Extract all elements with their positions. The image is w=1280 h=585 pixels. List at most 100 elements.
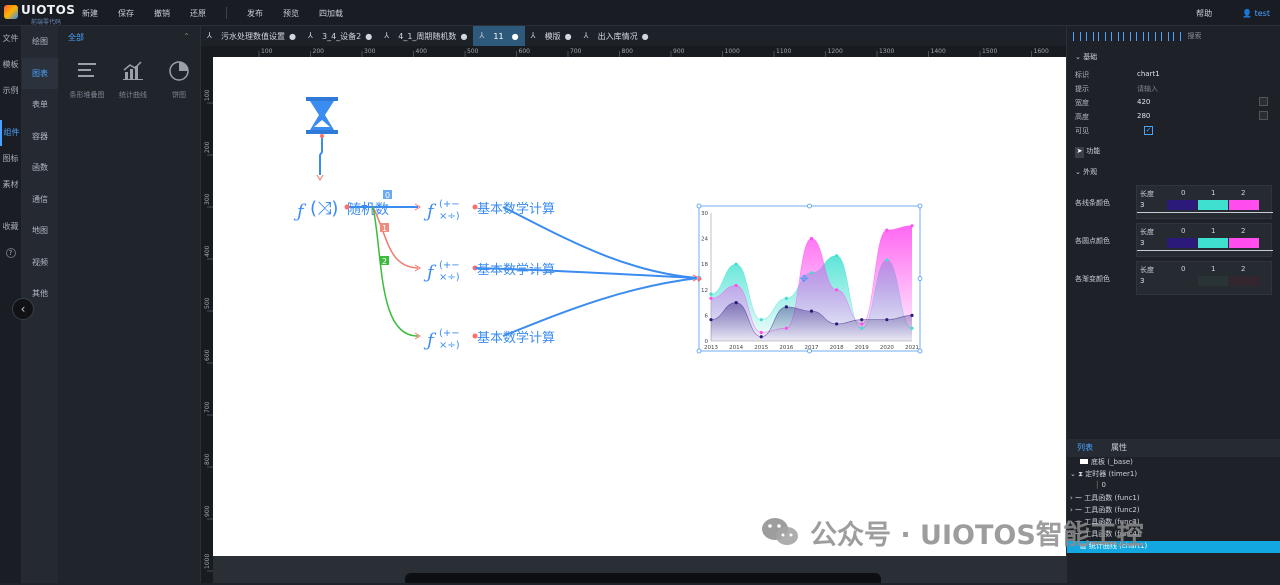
subnav-video[interactable]: 视频 — [22, 247, 58, 279]
palette-item-stat-curve[interactable]: 统计曲线 — [110, 60, 156, 100]
tab-list[interactable]: 列表 — [1077, 442, 1093, 453]
align-right-icon[interactable] — [1098, 31, 1106, 41]
nav-icons[interactable]: 图标 — [0, 146, 21, 172]
nav-example[interactable]: 示例 — [0, 78, 21, 104]
length-value: 3 — [1140, 239, 1145, 247]
length-value: 3 — [1140, 201, 1145, 209]
nav-components[interactable]: 组件 — [0, 120, 21, 146]
prop-width-input[interactable]: 420 — [1137, 98, 1150, 106]
tab-3[interactable]: ⅄ 11 ● — [473, 26, 525, 46]
gradient-colors-table[interactable]: 长度 0 1 2 3 — [1136, 261, 1272, 295]
hourglass-icon[interactable] — [306, 97, 338, 134]
align-top-icon[interactable] — [1110, 31, 1119, 41]
subnav-map[interactable]: 地图 — [22, 215, 58, 247]
col-header: 1 — [1211, 189, 1216, 197]
distribute-v-icon[interactable] — [1160, 31, 1169, 41]
palette-item-pie[interactable]: 饼图 — [156, 60, 202, 100]
palette-header[interactable]: 全部 — [68, 32, 84, 43]
spinner-icon[interactable] — [1259, 111, 1268, 120]
color-swatch-1[interactable] — [1198, 200, 1228, 210]
design-canvas[interactable]: ƒ (⤨) 随机数 0 1 2 ƒ (+− ×÷) 基本数学计算 ƒ (+− ×… — [213, 57, 1066, 556]
menu-publish[interactable]: 发布 — [247, 8, 263, 19]
length-value: 3 — [1140, 277, 1145, 285]
user-icon: 👤 — [1242, 8, 1253, 18]
tree-row-base[interactable]: 底板 (_base) — [1067, 457, 1280, 469]
nav-assets[interactable]: 素材 — [0, 172, 21, 198]
user-menu[interactable]: 👤 test — [1242, 9, 1270, 18]
series-point — [759, 330, 763, 335]
menu-save[interactable]: 保存 — [118, 8, 134, 19]
help-icon[interactable]: ? — [5, 248, 16, 258]
calc-node-1[interactable]: ƒ (+− ×÷) 基本数学计算 — [423, 199, 555, 222]
point-colors-table[interactable]: 长度 0 1 2 3 — [1136, 223, 1273, 257]
align-bottom-icon[interactable] — [1135, 31, 1144, 41]
align-left-icon[interactable] — [1073, 31, 1081, 41]
tab-4[interactable]: ⅄ 模版 ● — [525, 26, 578, 46]
visible-checkbox[interactable]: ✓ — [1144, 126, 1153, 135]
stat-chart[interactable]: 06121824302013 2014 2015 2016 2017 2018 2019 20… — [696, 203, 923, 354]
function-f-icon: ƒ — [423, 330, 437, 351]
menu-new[interactable]: 新建 — [82, 8, 98, 19]
align-center-icon[interactable] — [1085, 31, 1094, 41]
color-swatch-1[interactable] — [1198, 238, 1228, 248]
tab-attributes[interactable]: 属性 — [1111, 442, 1127, 453]
calc-node-3[interactable]: ƒ (+− ×÷) 基本数学计算 — [423, 328, 555, 351]
menu-undo[interactable]: 撤销 — [154, 8, 170, 19]
menu-reload[interactable]: 四加载 — [319, 8, 343, 19]
collapse-sidebar-button[interactable]: ‹ — [12, 298, 34, 320]
section-base[interactable]: ⌄ 基础 — [1075, 52, 1097, 62]
logo-subtitle: 前端零代码 — [31, 19, 62, 26]
align-middle-icon[interactable] — [1123, 31, 1131, 41]
x-tick-label: 2018 — [830, 345, 844, 351]
tree-row-timer[interactable]: ⌄ ⧗ 定时器 (timer1) — [1067, 469, 1280, 481]
section-func[interactable]: ➤ 功能 — [1075, 146, 1100, 158]
subnav-form[interactable]: 表单 — [22, 89, 58, 121]
color-swatch-2[interactable] — [1229, 238, 1259, 248]
series-point — [759, 318, 763, 322]
help-link[interactable]: 帮助 — [1196, 8, 1212, 19]
prop-id-value[interactable]: chart1 — [1137, 70, 1160, 78]
color-swatch-0[interactable] — [1167, 238, 1197, 248]
chevron-up-icon[interactable]: ⌃ — [183, 32, 190, 41]
subnav-comm[interactable]: 通信 — [22, 184, 58, 216]
nav-favorites[interactable]: 收藏 — [0, 214, 21, 240]
subnav-container[interactable]: 容器 — [22, 121, 58, 153]
color-swatch-2[interactable] — [1229, 276, 1259, 286]
calc-node-2[interactable]: ƒ (+− ×÷) 基本数学计算 — [423, 260, 555, 283]
menu-preview[interactable]: 预览 — [283, 8, 299, 19]
tree-row-port[interactable]: │ 0 — [1067, 481, 1280, 493]
tab-2[interactable]: ⅄ 4_1_周期随机数 ● — [378, 26, 473, 46]
property-panel: 搜索 ⌄ 基础 标识 chart1 ⚲ 提示 请输入 ⚲ 宽度 420 ⚲ 高度… — [1066, 26, 1280, 583]
color-swatch-2[interactable] — [1229, 200, 1259, 210]
prop-height-input[interactable]: 280 — [1137, 112, 1150, 120]
line-colors-table[interactable]: 长度 0 1 2 3 — [1136, 185, 1273, 219]
color-swatch-1[interactable] — [1198, 276, 1228, 286]
subnav-function[interactable]: 函数 — [22, 152, 58, 184]
section-func-label: 功能 — [1086, 147, 1101, 155]
subnav-chart[interactable]: 图表 — [22, 57, 58, 89]
distribute-h-icon[interactable] — [1148, 31, 1156, 41]
nav-template[interactable]: 模板 — [0, 52, 21, 78]
user-name: test — [1254, 8, 1270, 18]
section-look[interactable]: ⌄ 外观 — [1075, 167, 1097, 177]
series-point — [835, 254, 839, 258]
same-size-icon[interactable] — [1173, 31, 1181, 41]
tab-5[interactable]: ⅄ 出入库情况 ● — [578, 26, 655, 46]
spinner-icon[interactable] — [1259, 97, 1268, 106]
col-header: 1 — [1211, 265, 1216, 273]
tree-row-func1[interactable]: › ⁓ 工具函数 (func1) — [1067, 493, 1280, 505]
palette-item-bar-stack[interactable]: 条形堆叠图 — [64, 60, 110, 100]
subnav-draw[interactable]: 绘图 — [22, 26, 58, 58]
tab-0[interactable]: ⅄ 污水处理数值设置 ● — [201, 26, 302, 46]
color-swatch-0[interactable] — [1167, 200, 1197, 210]
x-tick-label: 2021 — [905, 345, 919, 351]
prop-tip-input[interactable]: 请输入 — [1137, 84, 1158, 94]
color-swatch-0[interactable] — [1167, 276, 1197, 286]
series-point — [835, 322, 839, 326]
tab-1[interactable]: ⅄ 3_4_设备2 ● — [302, 26, 378, 46]
series-point — [809, 237, 814, 241]
align-search[interactable]: 搜索 — [1188, 31, 1202, 41]
nav-file[interactable]: 文件 — [0, 26, 21, 52]
tab-modified-dot: ● — [460, 31, 468, 41]
menu-redo[interactable]: 还原 — [190, 8, 206, 19]
